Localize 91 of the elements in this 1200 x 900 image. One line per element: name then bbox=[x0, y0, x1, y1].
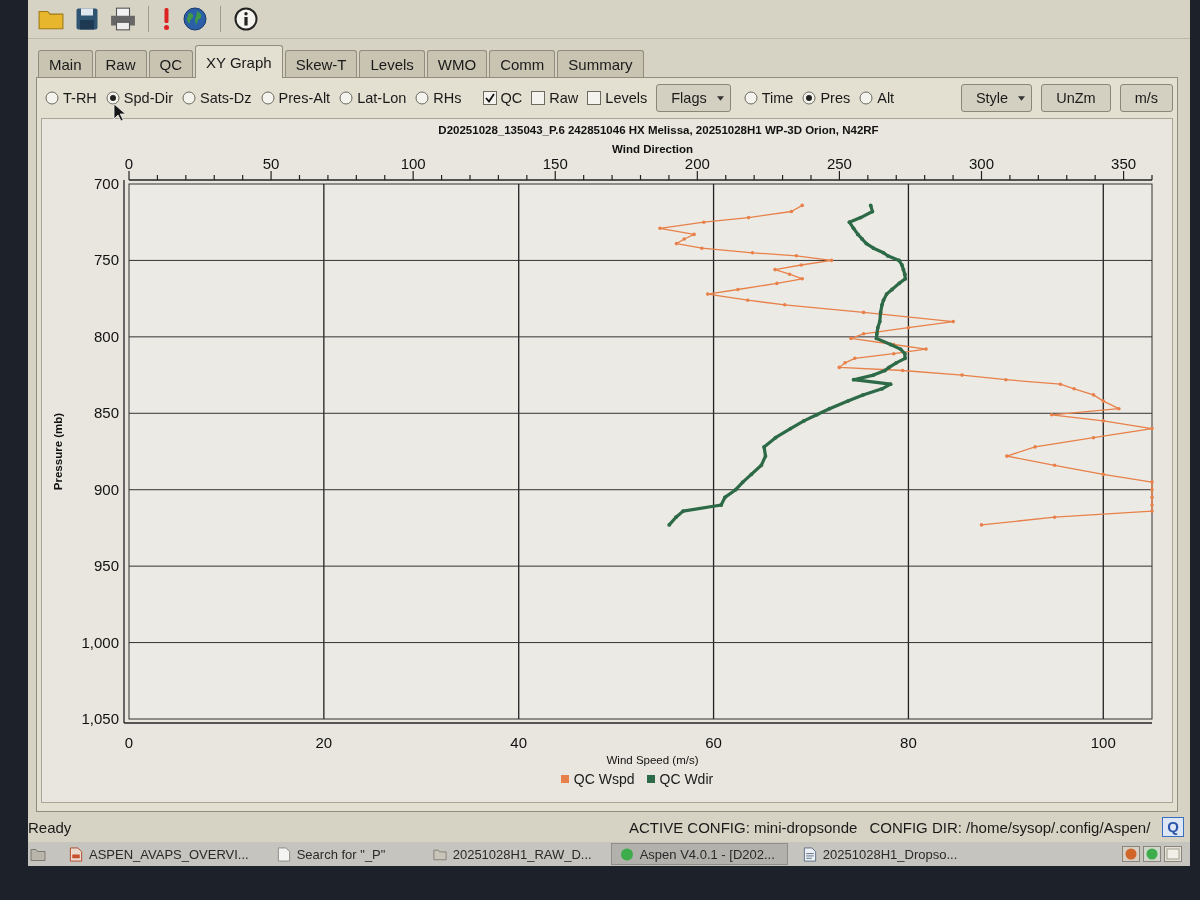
status-badge: Q bbox=[1162, 817, 1184, 837]
axis-tick-label: 250 bbox=[826, 155, 852, 172]
axis-tick-label: 100 bbox=[1090, 734, 1116, 751]
axis-tick-label: 40 bbox=[510, 734, 528, 751]
axis-tick-label: 60 bbox=[705, 734, 722, 751]
axis-tick-label: 950 bbox=[93, 557, 119, 575]
plot-type-radio[interactable]: Pres-Alt bbox=[260, 90, 331, 106]
taskbar-item[interactable]: ASPEN_AVAPS_OVERVI... bbox=[60, 843, 262, 865]
globe-icon[interactable] bbox=[182, 7, 208, 31]
axis-title: Pressure (mb) bbox=[52, 412, 64, 491]
axis-radio[interactable]: Time bbox=[743, 90, 794, 106]
axis-tick-label: 700 bbox=[93, 175, 119, 192]
checkbox-icon[interactable] bbox=[482, 91, 497, 105]
axis-title: Wind Direction bbox=[612, 143, 693, 155]
document-icon bbox=[69, 846, 83, 862]
plot-type-radio[interactable]: Spd-Dir bbox=[105, 90, 173, 106]
tab[interactable]: QC bbox=[148, 50, 194, 77]
flags-dropdown[interactable]: Flags bbox=[656, 84, 731, 112]
tab[interactable]: Raw bbox=[94, 50, 147, 77]
tab[interactable]: Summary bbox=[557, 50, 644, 77]
axis-radio[interactable]: Alt bbox=[859, 90, 895, 106]
legend-label: QC Wspd bbox=[573, 771, 635, 787]
axis-tick-label: 350 bbox=[1111, 155, 1137, 172]
radio-icon[interactable] bbox=[743, 91, 758, 105]
filter-checkbox[interactable]: Raw bbox=[531, 90, 579, 106]
axis-tick-label: 0 bbox=[124, 734, 134, 751]
axis-tick-label: 0 bbox=[124, 155, 134, 172]
printer-icon[interactable] bbox=[110, 7, 136, 31]
mouse-pointer-icon bbox=[113, 103, 125, 122]
taskbar-item[interactable]: Search for "_P" bbox=[267, 843, 418, 865]
taskbar-item[interactable]: 20251028H1_RAW_D... bbox=[423, 843, 605, 865]
legend-label: QC Wdir bbox=[659, 771, 714, 787]
axis-tick-label: 750 bbox=[93, 251, 119, 269]
plot-type-radio[interactable]: RHs bbox=[415, 90, 462, 106]
axis-tick-label: 200 bbox=[684, 155, 710, 172]
tab[interactable]: Skew-T bbox=[284, 50, 358, 77]
ball-icon[interactable] bbox=[1122, 846, 1140, 862]
folder-icon bbox=[432, 846, 447, 862]
window-icon[interactable] bbox=[1164, 846, 1182, 862]
plot-type-radio[interactable]: Sats-Dz bbox=[182, 90, 252, 106]
axis-tick-label: 900 bbox=[93, 480, 119, 498]
checkbox-icon[interactable] bbox=[587, 91, 602, 105]
toolbar-button[interactable]: m/s bbox=[1119, 84, 1173, 112]
config-dir-label: CONFIG DIR: /home/sysop/.config/Aspen/ bbox=[869, 818, 1151, 836]
plot-type-radio[interactable]: T-RH bbox=[45, 90, 97, 106]
tab[interactable]: Main bbox=[38, 50, 93, 77]
info-icon[interactable] bbox=[233, 7, 259, 31]
axis-tick-label: 100 bbox=[400, 155, 426, 172]
radio-icon[interactable] bbox=[182, 91, 196, 105]
axis-tick-label: 800 bbox=[93, 327, 119, 345]
axis-tick-label: 1,000 bbox=[81, 633, 119, 651]
axis-title: Wind Speed (m/s) bbox=[606, 754, 699, 766]
status-message: Ready bbox=[28, 818, 72, 836]
tab[interactable]: Levels bbox=[359, 50, 425, 77]
filter-checkbox[interactable]: QC bbox=[482, 90, 523, 106]
radio-icon[interactable] bbox=[859, 91, 874, 105]
text-file-icon bbox=[802, 846, 817, 862]
taskbar-item[interactable]: Aspen V4.0.1 - [D202... bbox=[610, 843, 788, 865]
caret-icon bbox=[716, 95, 724, 101]
circle-icon bbox=[619, 846, 634, 862]
axis-tick-label: 150 bbox=[542, 155, 568, 172]
axis-tick-label: 1,050 bbox=[81, 710, 119, 727]
radio-icon[interactable] bbox=[415, 91, 430, 105]
tab[interactable]: WMO bbox=[426, 50, 488, 77]
radio-icon[interactable] bbox=[45, 91, 59, 105]
circle-icon[interactable] bbox=[1143, 846, 1161, 862]
axis-tick-label: 50 bbox=[262, 155, 280, 172]
chart-title: D20251028_135043_P.6 242851046 HX Melissa, 20251028H1 WP-3D Orion, N42RF bbox=[438, 124, 879, 136]
radio-icon[interactable] bbox=[339, 91, 354, 105]
filter-checkbox[interactable]: Levels bbox=[587, 90, 648, 106]
toolbar-button[interactable]: UnZm bbox=[1041, 84, 1111, 112]
radio-icon[interactable] bbox=[105, 91, 120, 105]
tab[interactable]: Comm bbox=[489, 50, 556, 77]
active-config-label: ACTIVE CONFIG: mini-dropsonde bbox=[629, 818, 858, 836]
radio-icon[interactable] bbox=[260, 91, 275, 105]
taskbar-item[interactable]: 20251028H1_Dropso... bbox=[793, 843, 971, 865]
axis-tick-label: 80 bbox=[900, 734, 917, 751]
alert-icon[interactable] bbox=[161, 7, 172, 31]
axis-tick-label: 300 bbox=[969, 155, 994, 172]
axis-tick-label: 20 bbox=[315, 734, 333, 751]
checkbox-icon[interactable] bbox=[531, 91, 546, 105]
radio-icon[interactable] bbox=[802, 91, 817, 105]
folder-icon[interactable] bbox=[30, 846, 46, 862]
style-dropdown[interactable]: Style bbox=[960, 84, 1033, 112]
caret-icon bbox=[1018, 95, 1026, 101]
page-icon bbox=[276, 846, 291, 862]
tab[interactable]: XY Graph bbox=[195, 45, 283, 78]
axis-tick-label: 850 bbox=[93, 404, 119, 422]
save-icon[interactable] bbox=[74, 7, 100, 31]
plot-type-radio[interactable]: Lat-Lon bbox=[339, 90, 407, 106]
axis-radio[interactable]: Pres bbox=[802, 90, 851, 106]
